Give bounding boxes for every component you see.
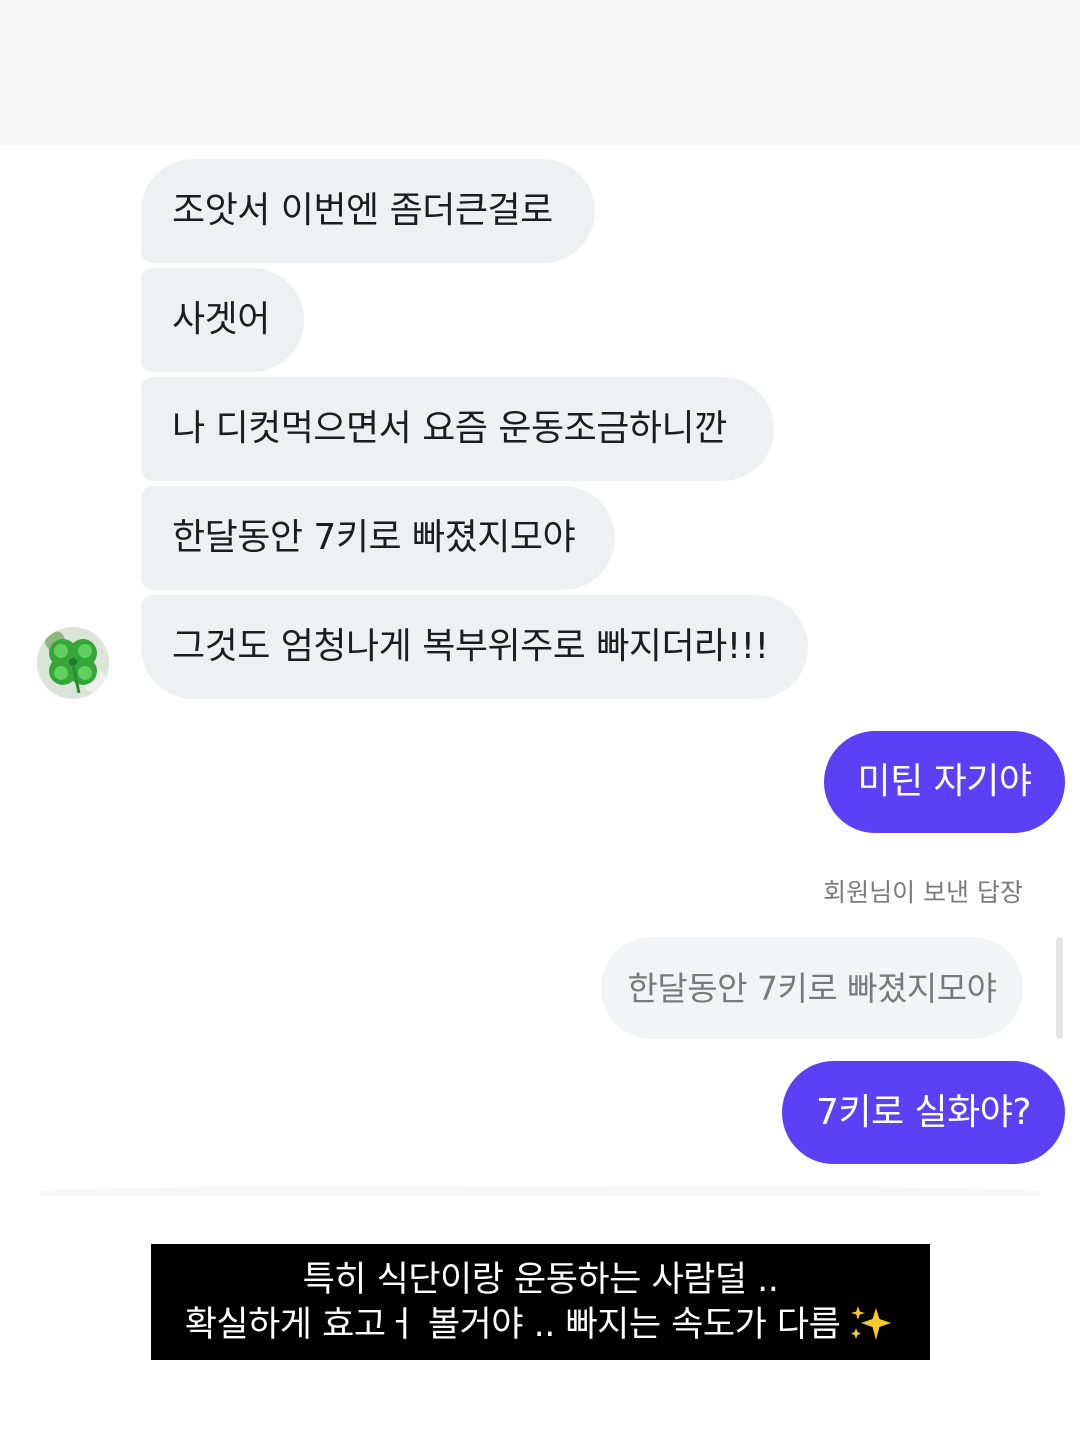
message-text: 그것도 엄청나게 복부위주로 빠지더라!!! — [172, 626, 769, 667]
outgoing-message[interactable]: 미틴 자기야 — [824, 731, 1065, 833]
caption-line-1: 특히 식단이랑 운동하는 사람덜 .. — [302, 1260, 779, 1300]
message-text: 한달동안 7키로 빠졌지모야 — [172, 517, 576, 558]
incoming-message[interactable]: 한달동안 7키로 빠졌지모야 — [141, 486, 615, 590]
reply-quote-text: 한달동안 7키로 빠졌지모야 — [627, 968, 997, 1008]
message-text: 미틴 자기야 — [857, 761, 1032, 802]
caption-line-2-text: 확실하게 효고ㅓ 볼거야 .. 빠지는 속도가 다름 — [184, 1305, 841, 1345]
incoming-message[interactable]: 그것도 엄청나게 복부위주로 빠지더라!!! — [141, 595, 808, 699]
caption-line-2: 확실하게 효고ㅓ 볼거야 .. 빠지는 속도가 다름 — [151, 1303, 930, 1348]
sparkles-icon — [851, 1306, 892, 1340]
reply-label: 회원님이 보낸 답장 — [823, 878, 1023, 907]
reply-quote[interactable]: 한달동안 7키로 빠졌지모야 — [601, 937, 1023, 1039]
incoming-message[interactable]: 사겟어 — [141, 268, 304, 372]
header-bar — [0, 0, 1080, 145]
outgoing-message[interactable]: 7키로 실화야? — [782, 1061, 1065, 1164]
reply-indicator-bar — [1056, 937, 1063, 1039]
caption-overlay: 특히 식단이랑 운동하는 사람덜 .. 확실하게 효고ㅓ 볼거야 .. 빠지는 … — [151, 1244, 930, 1360]
message-text: 7키로 실화야? — [815, 1091, 1032, 1133]
four-leaf-clover-icon — [37, 627, 109, 699]
incoming-message[interactable]: 나 디컷먹으면서 요즘 운동조금하니깐 — [141, 377, 774, 481]
message-text: 조앗서 이번엔 좀더큰걸로 — [172, 190, 553, 231]
message-text: 나 디컷먹으면서 요즘 운동조금하니깐 — [172, 408, 727, 449]
incoming-message[interactable]: 조앗서 이번엔 좀더큰걸로 — [141, 159, 595, 263]
composer-edge — [40, 1186, 1040, 1196]
avatar[interactable] — [37, 627, 109, 699]
message-text: 사겟어 — [172, 299, 270, 340]
chat-screen: 조앗서 이번엔 좀더큰걸로 사겟어 나 디컷먹으면서 요즘 운동조금하니깐 한달… — [0, 0, 1080, 1440]
